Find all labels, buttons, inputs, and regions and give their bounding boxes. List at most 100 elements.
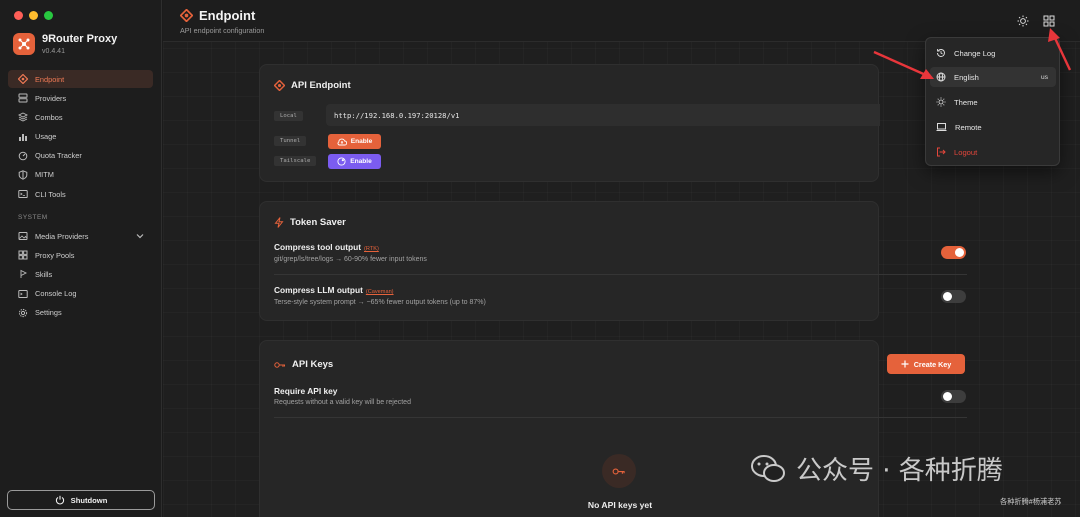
sidebar-item-media-providers[interactable]: Media Providers (8, 227, 153, 245)
power-icon (55, 495, 64, 505)
divider (274, 274, 967, 275)
menu-item-theme[interactable]: Theme (930, 92, 1056, 112)
menu-item-label: Theme (954, 97, 978, 107)
sidebar-item-mitm[interactable]: MITM (8, 166, 153, 184)
sidebar-nav: Endpoint Providers Combos Usage Quota Tr… (8, 70, 153, 204)
create-key-button[interactable]: Create Key (887, 354, 965, 374)
tunnel-label: Tunnel (274, 136, 307, 146)
endpoint-icon (274, 80, 285, 91)
card-title: API Keys (274, 359, 333, 370)
compress-llm-desc: Terse-style system prompt → ~65% fewer o… (274, 299, 486, 306)
api-endpoint-card: API Endpoint Local http://192.168.0.197:… (259, 64, 880, 182)
sidebar-item-settings[interactable]: Settings (8, 304, 153, 322)
compress-tool-toggle[interactable] (941, 246, 966, 259)
sidebar-item-label: MITM (35, 170, 54, 180)
compress-llm-toggle[interactable] (941, 290, 966, 303)
tailscale-enable-button[interactable]: Enable (328, 154, 381, 169)
logout-icon (937, 147, 946, 157)
pool-icon (18, 250, 28, 260)
empty-state-text: No API keys yet (587, 500, 653, 510)
tailscale-label: Tailscale (274, 156, 317, 166)
sidebar-item-label: Combos (35, 112, 63, 122)
page-title: Endpoint (180, 8, 255, 23)
card-title-text: API Keys (292, 359, 334, 370)
empty-key-icon (602, 454, 636, 488)
enable-label: Enable (350, 158, 372, 165)
terminal-icon (18, 190, 28, 199)
page-header: Endpoint API endpoint configuration (163, 0, 1080, 42)
endpoint-icon (18, 74, 28, 84)
menu-item-label: Change Log (954, 48, 996, 58)
sidebar-item-label: Usage (35, 132, 57, 142)
compress-tool-title-text: Compress tool output (274, 242, 362, 252)
api-keys-card: API Keys Create Key Require API key Requ… (259, 340, 967, 517)
sidebar-item-label: Endpoint (35, 74, 65, 84)
caveman-link[interactable]: (Caveman) (366, 289, 394, 295)
tailscale-icon (337, 157, 346, 166)
cloud-upload-icon (337, 138, 347, 145)
window-controls (14, 11, 53, 20)
annotation-arrow-icon (873, 50, 934, 79)
menu-item-remote[interactable]: Remote (930, 117, 1056, 137)
sidebar-item-label: Console Log (35, 289, 77, 299)
maximize-window-button[interactable] (44, 11, 53, 20)
laptop-icon (936, 123, 947, 131)
local-label: Local (274, 111, 303, 121)
shutdown-button[interactable]: Shutdown (7, 490, 155, 510)
app-window: 9Router Proxy v0.4.41 Endpoint Providers… (0, 0, 1080, 517)
close-window-button[interactable] (14, 11, 23, 20)
compress-llm-title-text: Compress LLM output (274, 285, 363, 295)
theme-toggle-button[interactable] (1016, 14, 1030, 28)
require-key-desc: Requests without a valid key will be rej… (274, 399, 411, 406)
app-name: 9Router Proxy (42, 33, 118, 45)
menu-item-label: Remote (955, 122, 982, 132)
sidebar-item-label: Providers (35, 93, 67, 103)
compress-llm-title: Compress LLM output (Caveman) (274, 285, 394, 295)
key-icon (274, 361, 285, 368)
sidebar-item-usage[interactable]: Usage (8, 128, 153, 146)
menu-item-change-log[interactable]: Change Log (930, 43, 1056, 63)
enable-label: Enable (350, 138, 373, 145)
section-label-system: SYSTEM (18, 214, 48, 221)
menu-item-logout[interactable]: Logout (930, 142, 1056, 162)
sidebar-item-endpoint[interactable]: Endpoint (8, 70, 153, 88)
tunnel-enable-button[interactable]: Enable (328, 134, 381, 149)
sidebar-item-cli-tools[interactable]: CLI Tools (8, 185, 153, 203)
watermark-sub: 各种折腾#杨浦老苏 (1000, 497, 1062, 506)
sidebar-item-providers[interactable]: Providers (8, 89, 153, 107)
lightning-icon (274, 217, 284, 228)
card-title-text: API Endpoint (291, 80, 351, 91)
sidebar: 9Router Proxy v0.4.41 Endpoint Providers… (0, 0, 162, 517)
skills-icon (20, 270, 28, 279)
sidebar-item-label: Quota Tracker (35, 151, 82, 161)
menu-item-label: English (954, 72, 979, 82)
require-key-toggle[interactable] (941, 390, 966, 403)
sidebar-item-label: Skills (35, 269, 53, 279)
sidebar-system-nav: Media Providers Proxy Pools Skills Conso… (8, 227, 153, 323)
sidebar-item-combos[interactable]: Combos (8, 108, 153, 126)
sidebar-item-quota-tracker[interactable]: Quota Tracker (8, 147, 153, 165)
minimize-window-button[interactable] (29, 11, 38, 20)
annotation-arrow-icon (1048, 28, 1072, 71)
sidebar-item-label: Proxy Pools (35, 250, 75, 260)
menu-item-label: Logout (954, 147, 978, 157)
sidebar-item-console-log[interactable]: Console Log (8, 285, 153, 303)
card-title: API Endpoint (274, 80, 351, 91)
compress-tool-title: Compress tool output (RTK) (274, 242, 379, 252)
sidebar-item-proxy-pools[interactable]: Proxy Pools (8, 246, 153, 264)
rtk-link[interactable]: (RTK) (364, 246, 379, 252)
sun-icon (936, 97, 946, 107)
watermark-text: 公众号 · 各种折腾 (796, 456, 1003, 486)
card-title-text: Token Saver (290, 217, 346, 228)
chevron-down-icon[interactable] (135, 231, 145, 241)
compress-tool-desc: git/grep/ls/tree/logs → 60-90% fewer inp… (274, 256, 427, 263)
app-logo-icon (13, 33, 35, 55)
divider (274, 417, 967, 418)
server-icon (18, 93, 28, 103)
local-url-field[interactable]: http://192.168.0.197:20128/v1 (326, 104, 880, 126)
endpoint-icon (180, 9, 193, 22)
menu-item-language[interactable]: English us (930, 67, 1056, 87)
create-key-label: Create Key (913, 359, 952, 369)
sidebar-item-skills[interactable]: Skills (8, 265, 153, 283)
bar-chart-icon (19, 133, 27, 141)
